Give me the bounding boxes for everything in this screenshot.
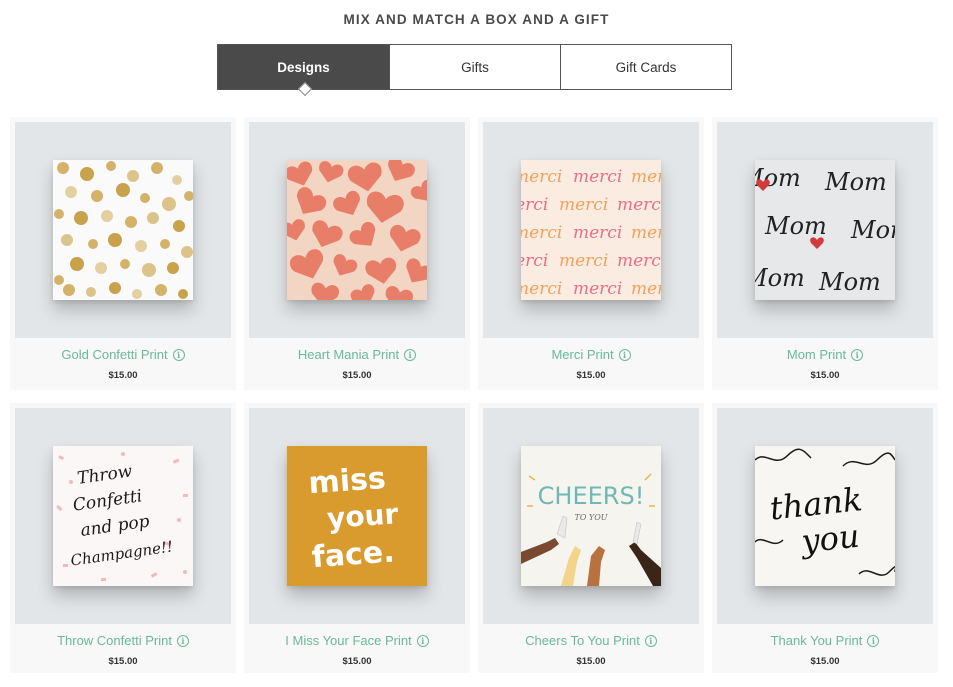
product-card-throw-confetti[interactable]: Throw Confetti and pop Champagne!! Throw… xyxy=(10,403,236,673)
product-price: $15.00 xyxy=(108,656,138,667)
product-card-miss-your-face[interactable]: miss your face. I Miss Your Face Print i… xyxy=(244,403,470,673)
gift-box-gold-confetti xyxy=(53,160,193,300)
merci-text: merci xyxy=(631,223,661,243)
product-price: $15.00 xyxy=(810,656,840,667)
gift-box-miss-your-face: miss your face. xyxy=(287,446,427,586)
merci-text: merci xyxy=(521,251,548,271)
thank-you-art: thank you xyxy=(755,446,895,586)
product-price: $15.00 xyxy=(810,370,840,381)
gift-box-cheers: CHEERS! TO YOU xyxy=(521,446,661,586)
art-line: your xyxy=(326,497,400,535)
merci-text: merci xyxy=(617,195,661,215)
info-icon[interactable]: i xyxy=(851,348,864,361)
product-name[interactable]: Gold Confetti Print i xyxy=(10,347,236,362)
gift-box-thank-you: thank you xyxy=(755,446,895,586)
mom-pattern: Mom Mom Mom Mom Mom Mom xyxy=(755,160,895,300)
merci-text: merci xyxy=(559,195,608,215)
throw-confetti-art: Throw Confetti and pop Champagne!! xyxy=(53,446,193,586)
product-name[interactable]: Heart Mania Print i xyxy=(244,347,470,362)
gold-confetti-pattern xyxy=(53,160,193,300)
art-line: you xyxy=(798,517,862,561)
product-name[interactable]: Mom Print i xyxy=(712,347,938,362)
product-image[interactable]: Throw Confetti and pop Champagne!! xyxy=(15,408,231,624)
product-price: $15.00 xyxy=(576,370,606,381)
merci-pattern: merci merci merci merci merci merci merc… xyxy=(521,160,661,300)
product-card-cheers-to-you[interactable]: CHEERS! TO YOU Cheers To You Print i $15… xyxy=(478,403,704,673)
product-image[interactable] xyxy=(15,122,231,338)
tab-gifts[interactable]: Gifts xyxy=(389,45,560,89)
product-price: $15.00 xyxy=(576,656,606,667)
mom-text: Mom xyxy=(764,212,827,240)
info-icon[interactable]: i xyxy=(618,348,631,361)
info-icon[interactable]: i xyxy=(404,348,417,361)
miss-your-face-art: miss your face. xyxy=(287,446,427,586)
merci-text: merci xyxy=(521,223,562,243)
info-icon[interactable]: i xyxy=(644,634,657,647)
product-card-thank-you[interactable]: thank you Thank You Print i $15.00 xyxy=(712,403,938,673)
cheers-art: CHEERS! TO YOU xyxy=(521,446,661,586)
product-card-merci[interactable]: merci merci merci merci merci merci merc… xyxy=(478,117,704,390)
product-name[interactable]: Thank You Print i xyxy=(712,633,938,648)
heart-pattern xyxy=(287,160,427,300)
gift-box-mom: Mom Mom Mom Mom Mom Mom xyxy=(755,160,895,300)
product-image[interactable]: merci merci merci merci merci merci merc… xyxy=(483,122,699,338)
merci-text: merci xyxy=(617,251,661,271)
cheers-title: CHEERS! xyxy=(538,482,645,510)
info-icon[interactable]: i xyxy=(176,634,189,647)
mom-text: Mom xyxy=(818,268,881,296)
product-image[interactable] xyxy=(249,122,465,338)
mom-text: Mom xyxy=(824,168,887,196)
info-icon[interactable]: i xyxy=(172,348,185,361)
product-name[interactable]: Cheers To You Print i xyxy=(478,633,704,648)
product-price: $15.00 xyxy=(108,370,138,381)
info-icon[interactable]: i xyxy=(416,634,429,647)
product-name[interactable]: Merci Print i xyxy=(478,347,704,362)
page-title: MIX AND MATCH A BOX AND A GIFT xyxy=(343,12,610,27)
product-image[interactable]: miss your face. xyxy=(249,408,465,624)
gift-box-merci: merci merci merci merci merci merci merc… xyxy=(521,160,661,300)
art-line: miss xyxy=(307,461,387,501)
product-name[interactable]: Throw Confetti Print i xyxy=(10,633,236,648)
tab-designs[interactable]: Designs xyxy=(218,45,389,89)
merci-text: merci xyxy=(559,251,608,271)
merci-text: merci xyxy=(631,167,661,187)
mom-text: Mom xyxy=(755,264,805,292)
product-card-mom[interactable]: Mom Mom Mom Mom Mom Mom Mom Print i xyxy=(712,117,938,390)
product-price: $15.00 xyxy=(342,656,372,667)
tab-gift-cards[interactable]: Gift Cards xyxy=(560,45,731,89)
product-name[interactable]: I Miss Your Face Print i xyxy=(244,633,470,648)
info-icon[interactable]: i xyxy=(867,634,880,647)
merci-text: merci xyxy=(521,279,562,299)
gift-box-heart-mania xyxy=(287,160,427,300)
mom-text: Mom xyxy=(850,216,895,244)
art-line: face. xyxy=(311,535,396,576)
product-image[interactable]: thank you xyxy=(717,408,933,624)
merci-text: merci xyxy=(573,279,622,299)
merci-text: merci xyxy=(573,167,622,187)
cheers-subtitle: TO YOU xyxy=(574,513,607,522)
gift-box-throw-confetti: Throw Confetti and pop Champagne!! xyxy=(53,446,193,586)
product-image[interactable]: Mom Mom Mom Mom Mom Mom xyxy=(717,122,933,338)
product-card-gold-confetti[interactable]: Gold Confetti Print i $15.00 xyxy=(10,117,236,390)
product-card-heart-mania[interactable]: Heart Mania Print i $15.00 xyxy=(244,117,470,390)
merci-text: merci xyxy=(521,195,548,215)
tab-bar: Designs Gifts Gift Cards xyxy=(217,44,732,90)
merci-text: merci xyxy=(521,167,562,187)
product-price: $15.00 xyxy=(342,370,372,381)
product-image[interactable]: CHEERS! TO YOU xyxy=(483,408,699,624)
merci-text: merci xyxy=(573,223,622,243)
merci-text: merci xyxy=(631,279,661,299)
